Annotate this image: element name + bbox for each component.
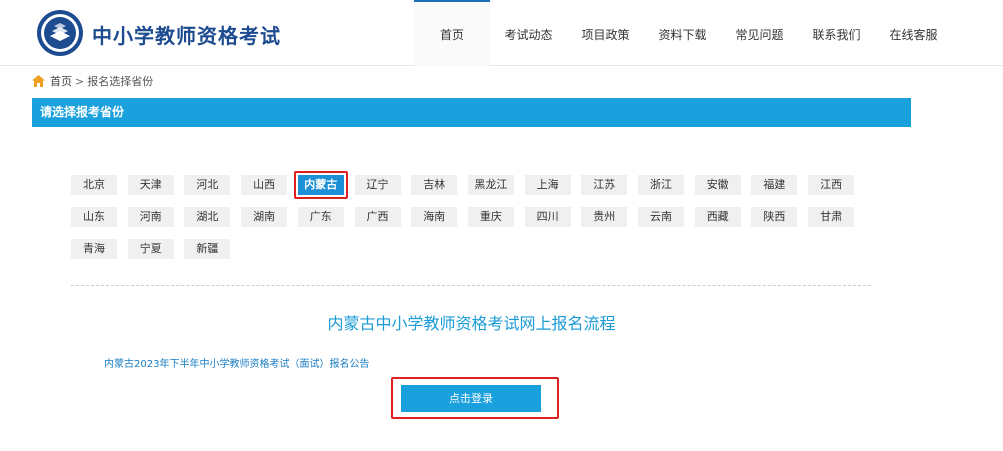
flow-title: 内蒙古中小学教师资格考试网上报名流程	[327, 314, 616, 333]
province-1[interactable]: 天津	[127, 175, 174, 195]
province-21[interactable]: 重庆	[467, 207, 514, 227]
province-2[interactable]: 河北	[184, 175, 231, 195]
province-11[interactable]: 安徽	[694, 175, 741, 195]
site-header: 中小学教师资格考试 首页 考试动态 项目政策 资料下载 常见问题 联系我们 在线…	[0, 0, 1003, 66]
province-10[interactable]: 浙江	[638, 175, 684, 195]
breadcrumb-separator: >	[75, 74, 85, 88]
divider	[71, 285, 871, 286]
nav-faq[interactable]: 常见问题	[721, 0, 798, 66]
province-30[interactable]: 新疆	[184, 239, 231, 259]
nav-contact[interactable]: 联系我们	[798, 0, 875, 66]
nav-home[interactable]: 首页	[414, 0, 490, 66]
province-25[interactable]: 西藏	[694, 207, 741, 227]
section-title: 请选择报考省份	[32, 98, 911, 127]
site-title[interactable]: 中小学教师资格考试	[92, 20, 281, 49]
nav-exam-news[interactable]: 考试动态	[490, 0, 567, 66]
province-22[interactable]: 四川	[524, 207, 571, 227]
breadcrumb: 首页 > 报名选择省份	[32, 73, 153, 89]
province-29[interactable]: 宁夏	[127, 239, 174, 259]
province-24[interactable]: 云南	[638, 207, 684, 227]
province-6[interactable]: 吉林	[411, 175, 458, 195]
province-9[interactable]: 江苏	[581, 175, 628, 195]
breadcrumb-home[interactable]: 首页	[50, 73, 72, 89]
province-17[interactable]: 湖南	[241, 207, 288, 227]
province-5[interactable]: 辽宁	[354, 175, 401, 195]
home-icon	[32, 75, 45, 87]
province-20[interactable]: 海南	[411, 207, 458, 227]
province-14[interactable]: 山东	[71, 207, 117, 227]
province-26[interactable]: 陕西	[751, 207, 798, 227]
province-23[interactable]: 贵州	[581, 207, 628, 227]
notice-link[interactable]: 内蒙古2023年下半年中小学教师资格考试（面试）报名公告	[104, 355, 369, 370]
province-4[interactable]: 内蒙古	[297, 175, 344, 195]
province-0[interactable]: 北京	[71, 175, 117, 195]
nav-policy[interactable]: 项目政策	[567, 0, 644, 66]
province-16[interactable]: 湖北	[184, 207, 231, 227]
nav-downloads[interactable]: 资料下载	[644, 0, 721, 66]
province-27[interactable]: 甘肃	[808, 207, 855, 227]
login-button[interactable]: 点击登录	[401, 385, 541, 412]
logo-icon[interactable]	[36, 9, 84, 57]
province-3[interactable]: 山西	[241, 175, 288, 195]
province-15[interactable]: 河南	[127, 207, 174, 227]
province-13[interactable]: 江西	[808, 175, 855, 195]
main-nav: 首页 考试动态 项目政策 资料下载 常见问题 联系我们 在线客服	[414, 0, 952, 66]
breadcrumb-current: 报名选择省份	[87, 75, 154, 88]
province-19[interactable]: 广西	[354, 207, 401, 227]
nav-online-service[interactable]: 在线客服	[875, 0, 952, 66]
province-28[interactable]: 青海	[71, 239, 117, 259]
province-7[interactable]: 黑龙江	[467, 175, 514, 195]
province-18[interactable]: 广东	[297, 207, 344, 227]
province-8[interactable]: 上海	[524, 175, 571, 195]
province-12[interactable]: 福建	[751, 175, 798, 195]
